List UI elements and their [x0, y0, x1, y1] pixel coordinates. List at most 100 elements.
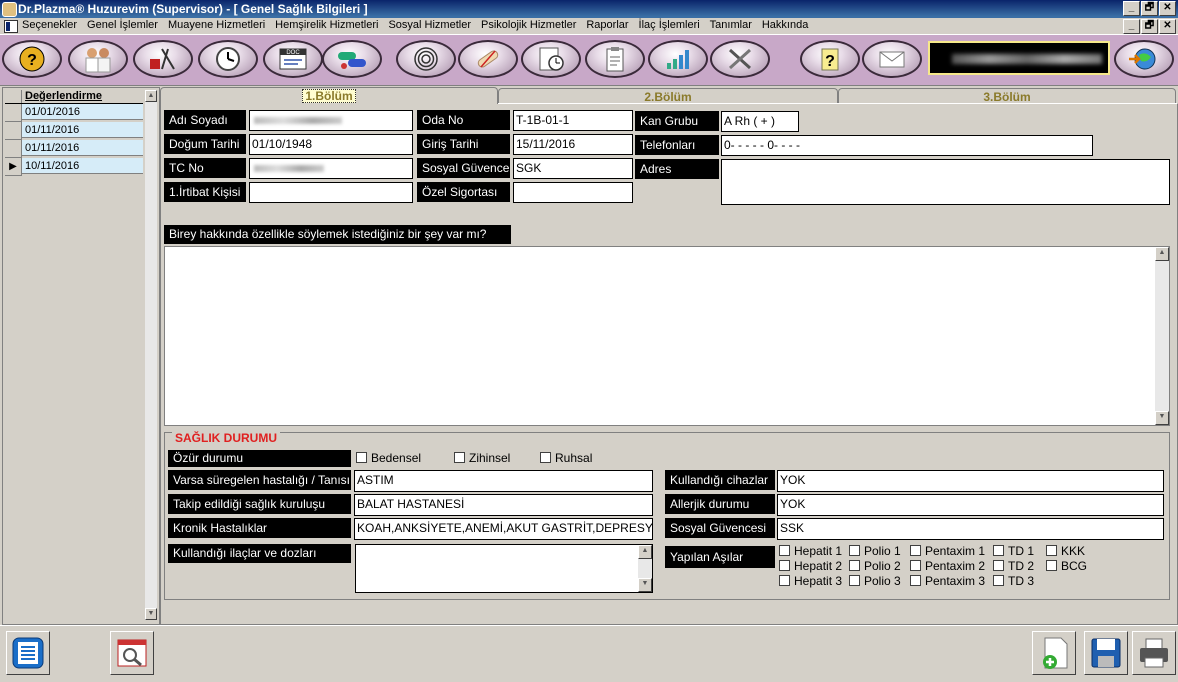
- scroll-down-arrow-icon[interactable]: ▼: [145, 608, 157, 620]
- tc-no-field[interactable]: [249, 158, 413, 179]
- current-row-indicator: ▶: [5, 158, 22, 176]
- scroll-up-arrow-icon[interactable]: ▲: [145, 90, 157, 102]
- menu-muayene-hizmetleri[interactable]: Muayene Hizmetleri: [168, 19, 265, 31]
- menu-tanimlar[interactable]: Tanımlar: [710, 19, 752, 31]
- kan-grubu-field[interactable]: A Rh ( + ): [721, 111, 799, 132]
- grid-header-degerlendirme[interactable]: Değerlendirme: [25, 90, 102, 102]
- kronik-hastaliklar-field[interactable]: KOAH,ANKSİYETE,ANEMİ,AKUT GASTRİT,DEPRES…: [354, 518, 653, 540]
- birey-answer-memo[interactable]: ▲ ▼: [164, 246, 1170, 426]
- menu-raporlar[interactable]: Raporlar: [586, 19, 628, 31]
- tools-icon[interactable]: [710, 40, 770, 78]
- menu-ilac-islemleri[interactable]: İlaç İşlemleri: [639, 19, 700, 31]
- ilaclar-memo[interactable]: ▲ ▼: [355, 544, 653, 593]
- globe-arrow-icon[interactable]: [1114, 40, 1174, 78]
- adi-soyadi-field[interactable]: [249, 110, 413, 131]
- add-document-icon[interactable]: [1032, 631, 1076, 675]
- doc-report-icon[interactable]: DOC: [263, 40, 323, 78]
- bcg-checkbox[interactable]: BCG: [1046, 559, 1087, 573]
- td-3-checkbox[interactable]: TD 3: [993, 574, 1034, 588]
- name-blurred: [254, 117, 342, 125]
- memo-scrollbar[interactable]: ▲ ▼: [1155, 247, 1169, 425]
- spiral-icon[interactable]: [396, 40, 456, 78]
- mail-icon[interactable]: [862, 40, 922, 78]
- td-2-checkbox[interactable]: TD 2: [993, 559, 1034, 573]
- sosyal-guvence-field[interactable]: SGK: [513, 158, 633, 179]
- menu-genel-islemler[interactable]: Genel İşlemler: [87, 19, 158, 31]
- cihazlar-field[interactable]: YOK: [777, 470, 1164, 492]
- signal-chart-icon[interactable]: [648, 40, 708, 78]
- grid-row[interactable]: 01/11/2016: [5, 140, 143, 158]
- list-icon[interactable]: [6, 631, 50, 675]
- close-button[interactable]: ✕: [1159, 1, 1176, 16]
- ruhsal-checkbox[interactable]: Ruhsal: [540, 451, 592, 465]
- ilaclar-scrollbar[interactable]: ▲ ▼: [638, 545, 652, 592]
- pills-icon[interactable]: [322, 40, 382, 78]
- hepatit-1-checkbox[interactable]: Hepatit 1: [779, 544, 842, 558]
- scroll-down-arrow-icon[interactable]: ▼: [1155, 411, 1169, 425]
- pentaxim-2-checkbox[interactable]: Pentaxim 2: [910, 559, 985, 573]
- pentaxim-3-checkbox[interactable]: Pentaxim 3: [910, 574, 985, 588]
- menu-psikolojik-hizmetler[interactable]: Psikolojik Hizmetler: [481, 19, 576, 31]
- clipboard-icon[interactable]: [585, 40, 645, 78]
- saglik-kurulusu-field[interactable]: BALAT HASTANESİ: [354, 494, 653, 516]
- nurse-tools-icon[interactable]: [133, 40, 193, 78]
- bedensel-checkbox[interactable]: Bedensel: [356, 451, 421, 465]
- irtibat-kisisi-field[interactable]: [249, 182, 413, 203]
- maximize-button[interactable]: 🗗: [1141, 1, 1158, 16]
- print-icon[interactable]: [1132, 631, 1176, 675]
- grid-scrollbar[interactable]: ▲ ▼: [145, 90, 157, 620]
- adres-field[interactable]: [721, 159, 1170, 205]
- grid-cell-date[interactable]: 01/11/2016: [22, 140, 143, 156]
- clock-icon[interactable]: [198, 40, 258, 78]
- grid-cell-date[interactable]: 01/01/2016: [22, 104, 143, 120]
- grid-cell-date[interactable]: 01/11/2016: [22, 122, 143, 138]
- oda-no-field[interactable]: T-1B-01-1: [513, 110, 633, 131]
- polio-3-checkbox[interactable]: Polio 3: [849, 574, 901, 588]
- hastalik-field[interactable]: ASTIM: [354, 470, 653, 492]
- grid-row-current[interactable]: ▶ 10/11/2016: [5, 158, 143, 176]
- help-note-icon[interactable]: ?: [800, 40, 860, 78]
- kkk-checkbox[interactable]: KKK: [1046, 544, 1085, 558]
- scroll-up-arrow-icon[interactable]: ▲: [1155, 247, 1169, 261]
- pentaxim-1-checkbox[interactable]: Pentaxim 1: [910, 544, 985, 558]
- title-bar: Dr.Plazma® Huzurevim (Supervisor) - [ Ge…: [0, 0, 1178, 18]
- grid-row[interactable]: 01/01/2016: [5, 104, 143, 122]
- tab-bolum-3[interactable]: 3.Bölüm: [838, 88, 1176, 104]
- sosyal-guvencesi-field[interactable]: SSK: [777, 518, 1164, 540]
- mdi-minimize-button[interactable]: _: [1123, 19, 1140, 34]
- bandage-icon[interactable]: [458, 40, 518, 78]
- mdi-child-icon[interactable]: [4, 20, 18, 33]
- td-1-checkbox[interactable]: TD 1: [993, 544, 1034, 558]
- scroll-down-arrow-icon[interactable]: ▼: [638, 578, 652, 592]
- menu-hemsirelik-hizmetleri[interactable]: Hemşirelik Hizmetleri: [275, 19, 378, 31]
- grid-row[interactable]: 01/11/2016: [5, 122, 143, 140]
- giris-tarihi-field[interactable]: 15/11/2016: [513, 134, 633, 155]
- telefonlari-field[interactable]: 0- - - - - 0- - - -: [721, 135, 1093, 156]
- allerji-field[interactable]: YOK: [777, 494, 1164, 516]
- help-head-icon[interactable]: ?: [2, 40, 62, 78]
- menu-sosyal-hizmetler[interactable]: Sosyal Hizmetler: [388, 19, 471, 31]
- kan-grubu-label: Kan Grubu: [635, 111, 719, 131]
- grid-header: Değerlendirme: [5, 90, 143, 104]
- menu-hakkinda[interactable]: Hakkında: [762, 19, 808, 31]
- polio-2-checkbox[interactable]: Polio 2: [849, 559, 901, 573]
- zihinsel-checkbox[interactable]: Zihinsel: [454, 451, 510, 465]
- tab-bolum-1[interactable]: 1.Bölüm: [160, 87, 498, 104]
- mdi-maximize-button[interactable]: 🗗: [1141, 19, 1158, 34]
- save-icon[interactable]: [1084, 631, 1128, 675]
- tab-bolum-2[interactable]: 2.Bölüm: [498, 88, 838, 104]
- hepatit-3-checkbox[interactable]: Hepatit 3: [779, 574, 842, 588]
- report-preview-icon[interactable]: [110, 631, 154, 675]
- polio-1-checkbox[interactable]: Polio 1: [849, 544, 901, 558]
- app-icon: [2, 2, 17, 17]
- hepatit-2-checkbox[interactable]: Hepatit 2: [779, 559, 842, 573]
- dogum-tarihi-field[interactable]: 01/10/1948: [249, 134, 413, 155]
- grid-cell-date[interactable]: 10/11/2016: [22, 158, 143, 174]
- minimize-button[interactable]: _: [1123, 1, 1140, 16]
- ozel-sigorta-field[interactable]: [513, 182, 633, 203]
- doctors-icon[interactable]: [68, 40, 128, 78]
- menu-secenekler[interactable]: Seçenekler: [22, 19, 77, 31]
- mdi-close-button[interactable]: ✕: [1159, 19, 1176, 34]
- scroll-up-arrow-icon[interactable]: ▲: [638, 545, 652, 559]
- clock-paper-icon[interactable]: [521, 40, 581, 78]
